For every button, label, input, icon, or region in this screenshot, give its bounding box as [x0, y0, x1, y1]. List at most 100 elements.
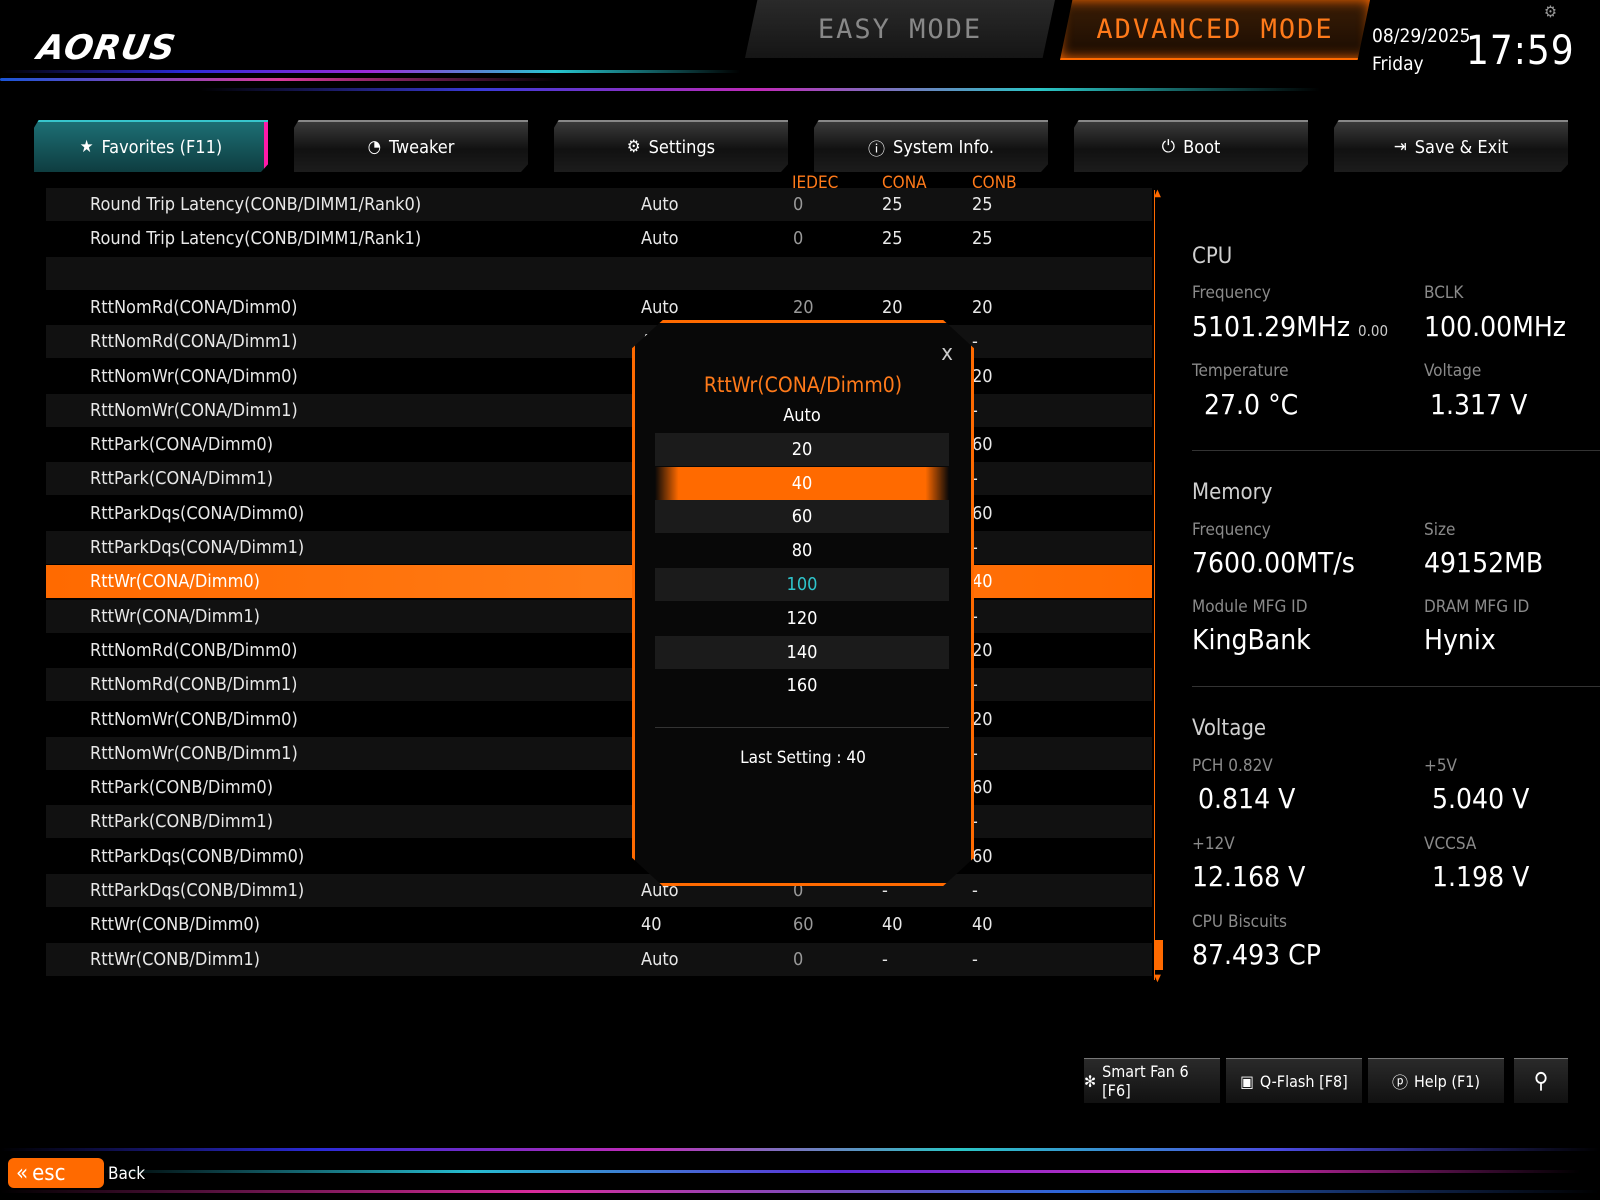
- dropdown-option[interactable]: 120: [655, 602, 949, 635]
- table-row[interactable]: RttNomWr(CONB/Dimm0)Auto202020: [46, 703, 1152, 736]
- aorus-logo: AORUS: [34, 28, 179, 68]
- dropdown-option[interactable]: 160: [655, 669, 949, 702]
- cpu-temp-value: 27.0 °C: [1204, 388, 1299, 421]
- dropdown-option[interactable]: 20: [655, 432, 949, 466]
- table-row[interactable]: RttNomWr(CONA/Dimm0)Auto202020: [46, 360, 1152, 393]
- smart-fan-label: Smart Fan 6 [F6]: [1102, 1062, 1189, 1100]
- cpu-frequency-number: 5101.29MHz: [1192, 310, 1351, 343]
- table-row[interactable]: RttWr(CONB/Dimm0) 40 60 40 40: [46, 908, 1152, 941]
- dropdown-option[interactable]: 60: [655, 500, 949, 534]
- setting-name: RttPark(CONB/Dimm0): [90, 777, 274, 799]
- setting-name: RttNomWr(CONB/Dimm1): [90, 742, 298, 764]
- table-row[interactable]: RttWr(CONB/Dimm1) Auto 0 - -: [46, 942, 1152, 976]
- advanced-mode-tab[interactable]: ADVANCED MODE: [1060, 0, 1370, 60]
- power-icon: ⏻: [1161, 137, 1176, 157]
- dram-mfg-value: Hynix: [1424, 623, 1496, 656]
- table-row[interactable]: RttWr(CONA/Dimm1)Auto0--: [46, 599, 1152, 633]
- fan-icon: ✻: [1084, 1071, 1097, 1091]
- back-label: Back: [108, 1164, 146, 1184]
- dialog-title: RttWr(CONA/Dimm0): [703, 373, 903, 397]
- divider: [1192, 450, 1600, 451]
- easy-mode-tab[interactable]: EASY MODE: [745, 0, 1055, 58]
- setting-value: Auto: [641, 228, 679, 250]
- memory-size-label: Size: [1424, 520, 1456, 540]
- tab-save-exit[interactable]: ⇥ Save & Exit: [1334, 120, 1568, 172]
- table-row[interactable]: RttPark(CONA/Dimm1)Auto0--: [46, 462, 1152, 496]
- table-row[interactable]: RttNomRd(CONB/Dimm1)Auto0--: [46, 668, 1152, 702]
- table-row[interactable]: RttNomRd(CONA/Dimm0) Auto 20 20 20: [46, 291, 1152, 324]
- table-row[interactable]: RttWr(CONA/Dimm0)40604040: [46, 565, 1152, 599]
- setting-name: RttNomWr(CONA/Dimm1): [90, 399, 298, 421]
- decor-stripe: [100, 1170, 1580, 1173]
- tab-tweaker[interactable]: ◔ Tweaker: [294, 120, 528, 172]
- scrollbar[interactable]: ▲ ▼: [1154, 188, 1165, 984]
- setting-name: RttWr(CONB/Dimm1): [90, 948, 260, 970]
- cpu-frequency-sub: 0.00: [1358, 322, 1389, 340]
- table-row[interactable]: RttNomRd(CONA/Dimm1)Auto0--: [46, 325, 1152, 359]
- setting-value: 40: [641, 914, 662, 936]
- q-flash-button[interactable]: ▣ Q-Flash [F8]: [1226, 1058, 1362, 1103]
- smart-fan-button[interactable]: ✻ Smart Fan 6 [F6]: [1084, 1058, 1220, 1103]
- table-row[interactable]: RttParkDqs(CONB/Dimm1) Auto 0- -: [46, 874, 1152, 907]
- dram-mfg-label: DRAM MFG ID: [1424, 597, 1530, 617]
- help-button[interactable]: ⓟ Help (F1): [1368, 1058, 1504, 1103]
- setting-value: Auto: [641, 948, 679, 970]
- cpu-biscuits-value: 87.493 CP: [1192, 938, 1321, 971]
- tab-boot[interactable]: ⏻ Boot: [1074, 120, 1308, 172]
- module-mfg-value: KingBank: [1192, 623, 1311, 656]
- star-folder-icon: ★: [79, 137, 94, 157]
- jedec-value: 0: [793, 194, 804, 215]
- jedec-value: 60: [793, 914, 814, 936]
- tab-system-info[interactable]: ⓘ System Info.: [814, 120, 1048, 172]
- esc-button[interactable]: « esc: [8, 1158, 104, 1188]
- conb-value: 60: [972, 434, 993, 456]
- 12v-value: 12.168 V: [1192, 860, 1306, 893]
- settings-gear-icon[interactable]: ⚙: [1544, 2, 1557, 21]
- tab-favorites[interactable]: ★ Favorites (F11): [34, 120, 268, 172]
- search-button[interactable]: ⚲: [1514, 1058, 1568, 1103]
- jedec-value: 0: [793, 228, 804, 250]
- cpu-frequency-label: Frequency: [1192, 283, 1271, 303]
- search-icon: ⚲: [1533, 1068, 1549, 1094]
- dropdown-option[interactable]: 140: [655, 635, 949, 669]
- decor-stripe: [0, 78, 560, 81]
- tab-settings[interactable]: ⚙ Settings: [554, 120, 788, 172]
- dropdown-option[interactable]: 100: [655, 568, 949, 601]
- table-row[interactable]: RttParkDqs(CONA/Dimm1)Auto0--: [46, 531, 1152, 564]
- divider: [655, 727, 949, 728]
- dropdown-option[interactable]: Auto: [655, 399, 949, 432]
- conb-value: 20: [972, 296, 993, 318]
- conb-value: 20: [972, 639, 993, 661]
- table-row[interactable]: RttPark(CONA/Dimm0)Auto606060: [46, 428, 1152, 461]
- table-row[interactable]: RttParkDqs(CONB/Dimm0)Auto606060: [46, 840, 1152, 873]
- table-row[interactable]: RttNomWr(CONA/Dimm1)Auto0--: [46, 393, 1152, 427]
- table-row[interactable]: Round Trip Latency(CONB/DIMM1/Rank0) Auto…: [46, 188, 1152, 221]
- conb-value: 25: [972, 194, 993, 215]
- scrollbar-thumb[interactable]: [1155, 940, 1163, 970]
- table-row[interactable]: RttPark(CONB/Dimm0)Auto606060: [46, 771, 1152, 804]
- setting-name: RttNomRd(CONB/Dimm0): [90, 639, 298, 661]
- dropdown-option[interactable]: 40: [655, 466, 949, 500]
- memory-frequency-label: Frequency: [1192, 520, 1271, 540]
- conb-value: 20: [972, 365, 993, 387]
- setting-name: RttNomRd(CONB/Dimm1): [90, 674, 298, 696]
- scroll-down-arrow-icon[interactable]: ▼: [1154, 973, 1161, 984]
- vccsa-value: 1.198 V: [1432, 860, 1530, 893]
- option-select-dialog: x RttWr(CONA/Dimm0) Auto 20 40 60 80 100 120 14…: [632, 320, 974, 886]
- settings-table: Round Trip Latency(CONB/DIMM1/Rank0) Auto…: [46, 188, 1152, 984]
- close-icon[interactable]: x: [941, 341, 953, 366]
- dropdown-option[interactable]: 80: [655, 534, 949, 567]
- esc-label: esc: [32, 1160, 66, 1186]
- conb-value: -: [972, 948, 978, 970]
- table-row[interactable]: Round Trip Latency(CONB/DIMM1/Rank1) Auto…: [46, 222, 1152, 255]
- table-row[interactable]: RttNomRd(CONB/Dimm0)Auto202020: [46, 634, 1152, 667]
- table-row[interactable]: RttPark(CONB/Dimm1)Auto0--: [46, 805, 1152, 839]
- tab-label: System Info.: [893, 136, 994, 158]
- exit-icon: ⇥: [1393, 137, 1407, 157]
- scroll-up-arrow-icon[interactable]: ▲: [1154, 188, 1161, 199]
- table-row[interactable]: RttParkDqs(CONA/Dimm0)Auto606060: [46, 497, 1152, 530]
- pch-value: 0.814 V: [1198, 782, 1296, 815]
- table-row[interactable]: RttNomWr(CONB/Dimm1)Auto0--: [46, 736, 1152, 770]
- jedec-value: 0: [793, 948, 804, 970]
- cpu-voltage-label: Voltage: [1424, 361, 1482, 381]
